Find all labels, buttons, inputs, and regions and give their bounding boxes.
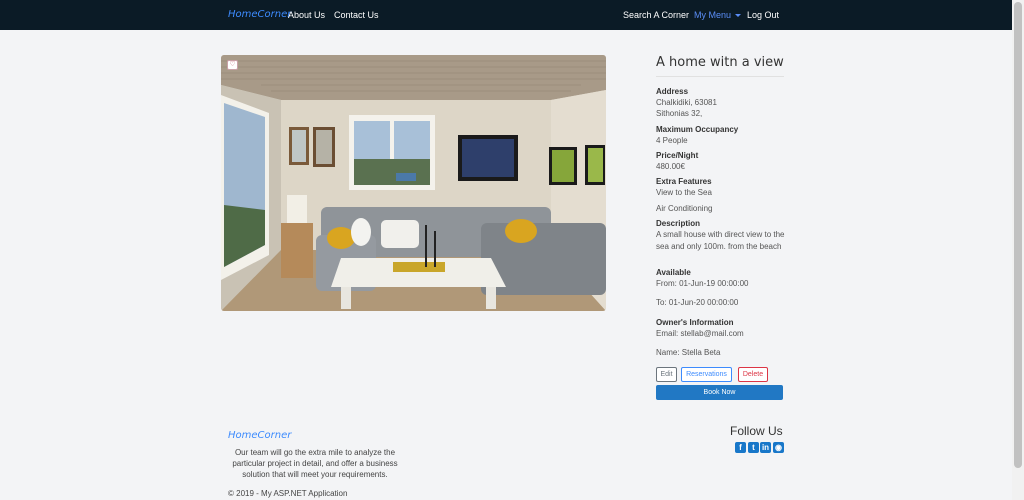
- nav-about[interactable]: About Us: [288, 10, 325, 20]
- nav-my-menu[interactable]: My Menu: [694, 10, 742, 20]
- reservations-button[interactable]: Reservations: [681, 367, 732, 382]
- price-value: 480.00€: [656, 162, 685, 171]
- nav-my-menu-label: My Menu: [694, 10, 732, 20]
- owner-name: Name: Stella Beta: [656, 348, 721, 357]
- github-icon[interactable]: ◉: [773, 442, 784, 453]
- available-to: To: 01-Jun-20 00:00:00: [656, 298, 739, 307]
- delete-button[interactable]: Delete: [738, 367, 768, 382]
- features-label: Extra Features: [656, 177, 712, 186]
- description-text: A small house with direct view to the se…: [656, 230, 785, 251]
- feature-item: Air Conditioning: [656, 204, 713, 213]
- owner-email: Email: stellab@mail.com: [656, 329, 744, 338]
- owner-label: Owner's Information: [656, 318, 734, 327]
- book-now-button[interactable]: Book Now: [656, 385, 783, 400]
- available-label: Available: [656, 268, 691, 277]
- occupancy-value: 4 People: [656, 136, 688, 145]
- linkedin-icon[interactable]: in: [760, 442, 771, 453]
- heart-icon[interactable]: ♡: [227, 60, 238, 70]
- twitter-icon[interactable]: t: [748, 442, 759, 453]
- occupancy-label: Maximum Occupancy: [656, 125, 739, 134]
- nav-search[interactable]: Search A Corner: [623, 10, 689, 20]
- price-label: Price/Night: [656, 151, 699, 160]
- description-label: Description: [656, 219, 701, 228]
- page-scrollbar[interactable]: [1012, 0, 1024, 500]
- brand-link[interactable]: HomeCorner: [228, 9, 291, 20]
- available-from: From: 01-Jun-19 00:00:00: [656, 279, 749, 288]
- scrollbar-thumb[interactable]: [1014, 2, 1022, 468]
- address-label: Address: [656, 87, 689, 96]
- footer-brand[interactable]: HomeCorner: [228, 430, 291, 441]
- nav-contact[interactable]: Contact Us: [334, 10, 379, 20]
- top-navbar: HomeCorner About Us Contact Us Search A …: [0, 0, 1012, 30]
- caret-down-icon: [735, 14, 742, 18]
- footer-description: Our team will go the extra mile to analy…: [232, 448, 398, 479]
- facebook-icon[interactable]: f: [735, 442, 746, 453]
- listing-title: A home witn a view: [656, 55, 784, 70]
- follow-us-heading: Follow Us: [730, 424, 783, 438]
- nav-logout[interactable]: Log Out: [747, 10, 779, 20]
- edit-button[interactable]: Edit: [656, 367, 677, 382]
- address-line2: Sithonias 32,: [656, 109, 703, 118]
- footer-copyright: © 2019 - My ASP.NET Application: [228, 489, 348, 498]
- listing-photo: ♡: [221, 55, 606, 311]
- feature-item: View to the Sea: [656, 188, 712, 197]
- title-divider: [656, 76, 784, 77]
